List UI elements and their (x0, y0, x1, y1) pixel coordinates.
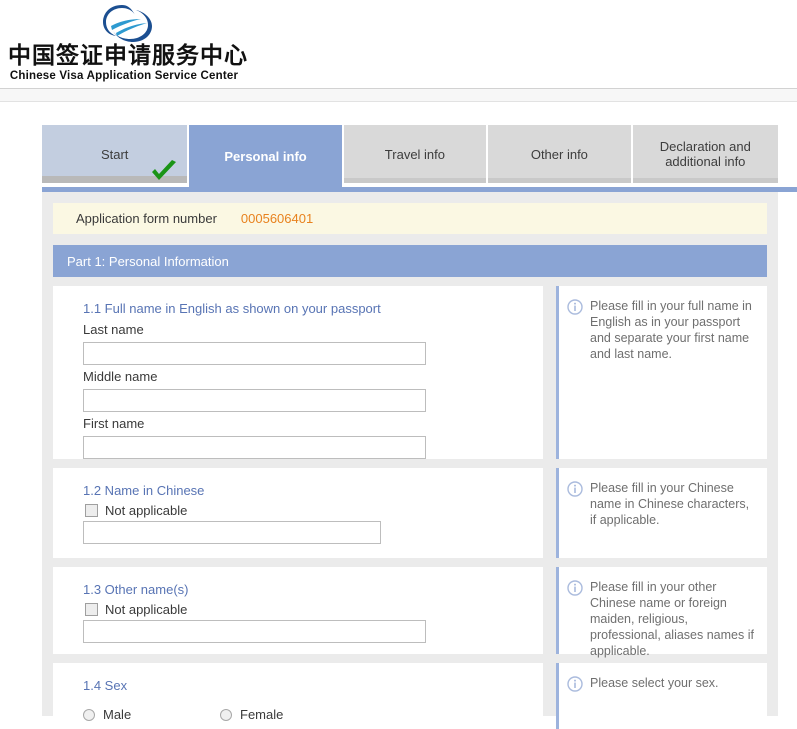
chinese-name-input[interactable] (83, 521, 381, 544)
application-number-banner: Application form number 0005606401 (53, 203, 767, 234)
question-1-1-help-text: Please fill in your full name in English… (590, 299, 752, 361)
header-strip (0, 89, 797, 102)
brand-logo[interactable]: 中国签证申请服务中心 Chinese Visa Application Serv… (8, 2, 248, 83)
tab-declaration-info[interactable]: Declaration and additional info (632, 125, 779, 183)
application-number-label: Application form number (76, 211, 217, 226)
last-name-input[interactable] (83, 342, 426, 365)
question-1-4-title: 1.4 Sex (83, 678, 128, 693)
question-1-1-help: Please fill in your full name in English… (556, 286, 767, 459)
question-1-3-not-applicable-checkbox[interactable] (85, 603, 98, 616)
middle-name-label: Middle name (83, 369, 158, 384)
globe-swoosh-logo-icon (103, 5, 152, 42)
question-1-3-not-applicable-label: Not applicable (105, 602, 188, 617)
question-1-2-not-applicable[interactable]: Not applicable (85, 503, 543, 518)
first-name-label: First name (83, 416, 145, 431)
question-1-3: 1.3 Other name(s) Not applicable Please … (53, 567, 767, 658)
other-names-input[interactable] (83, 620, 426, 643)
green-check-icon (152, 160, 177, 180)
tab-travel-info-label: Travel info (384, 146, 446, 162)
question-1-3-help-text: Please fill in your other Chinese name o… (590, 580, 754, 658)
application-number-value: 0005606401 (240, 211, 314, 226)
question-1-1-fields: 1.1 Full name in English as shown on you… (53, 286, 543, 459)
first-name-input[interactable] (83, 436, 426, 459)
middle-name-input[interactable] (83, 389, 426, 412)
sex-female-label: Female (240, 707, 284, 722)
tab-declaration-info-label: Declaration and additional info (659, 139, 751, 169)
question-1-1-title: 1.1 Full name in English as shown on you… (83, 301, 381, 316)
info-circle-icon (567, 299, 583, 315)
question-1-3-title: 1.3 Other name(s) (83, 582, 189, 597)
question-1-3-fields: 1.3 Other name(s) Not applicable (53, 567, 543, 654)
tab-travel-underbar (343, 178, 487, 183)
question-1-4-gap (543, 663, 556, 729)
content-frame: Start Personal info Travel info Other in… (22, 103, 797, 729)
tab-start[interactable]: Start (42, 125, 188, 183)
question-1-2-not-applicable-label: Not applicable (105, 503, 188, 518)
part-1-header: Part 1: Personal Information (53, 245, 767, 277)
sex-option-male[interactable]: Male (83, 707, 220, 722)
sex-option-female[interactable]: Female (220, 707, 283, 722)
question-1-2-title: 1.2 Name in Chinese (83, 483, 205, 498)
question-1-4: 1.4 Sex Male Female Please select your s… (53, 663, 767, 729)
tab-other-underbar (488, 178, 631, 183)
question-1-3-not-applicable[interactable]: Not applicable (85, 602, 543, 617)
question-1-2-gap (543, 468, 556, 558)
sex-female-radio[interactable] (220, 708, 232, 721)
sex-radio-group: Male Female (83, 707, 543, 722)
wizard-tabs: Start Personal info Travel info Other in… (42, 125, 779, 187)
tab-start-label: Start (100, 146, 129, 162)
question-1-4-help: Please select your sex. (556, 663, 767, 729)
sex-male-label: Male (103, 707, 132, 722)
question-1-4-help-text: Please select your sex. (590, 676, 719, 690)
tab-other-info[interactable]: Other info (488, 125, 631, 183)
brand-name-english: Chinese Visa Application Service Center (9, 70, 239, 82)
page-body: Start Personal info Travel info Other in… (0, 103, 797, 729)
question-1-4-fields: 1.4 Sex Male Female (53, 663, 543, 729)
tab-travel-info[interactable]: Travel info (343, 125, 487, 183)
question-1-2-help: Please fill in your Chinese name in Chin… (556, 468, 767, 558)
tab-declaration-underbar (632, 178, 779, 183)
info-circle-icon (567, 481, 583, 497)
site-header: 中国签证申请服务中心 Chinese Visa Application Serv… (0, 0, 797, 102)
last-name-label: Last name (83, 322, 144, 337)
brand-name-chinese: 中国签证申请服务中心 (8, 43, 248, 69)
question-1-3-help: Please fill in your other Chinese name o… (556, 567, 767, 658)
sex-male-radio[interactable] (83, 708, 95, 721)
info-circle-icon (567, 580, 583, 596)
question-1-1-gap (543, 286, 556, 459)
tab-personal-info[interactable]: Personal info (189, 125, 342, 187)
info-circle-icon (567, 676, 583, 692)
question-1-2-help-text: Please fill in your Chinese name in Chin… (590, 481, 750, 527)
question-1-2-fields: 1.2 Name in Chinese Not applicable (53, 468, 543, 558)
question-1-2: 1.2 Name in Chinese Not applicable Pleas… (53, 468, 767, 558)
part-1-header-label: Part 1: Personal Information (67, 253, 229, 269)
question-1-2-not-applicable-checkbox[interactable] (85, 504, 98, 517)
question-1-1: 1.1 Full name in English as shown on you… (53, 286, 767, 459)
tab-other-info-label: Other info (530, 146, 588, 162)
tab-personal-info-label: Personal info (224, 148, 307, 164)
form-shell: Application form number 0005606401 Part … (42, 192, 778, 729)
question-1-3-gap (543, 567, 556, 654)
